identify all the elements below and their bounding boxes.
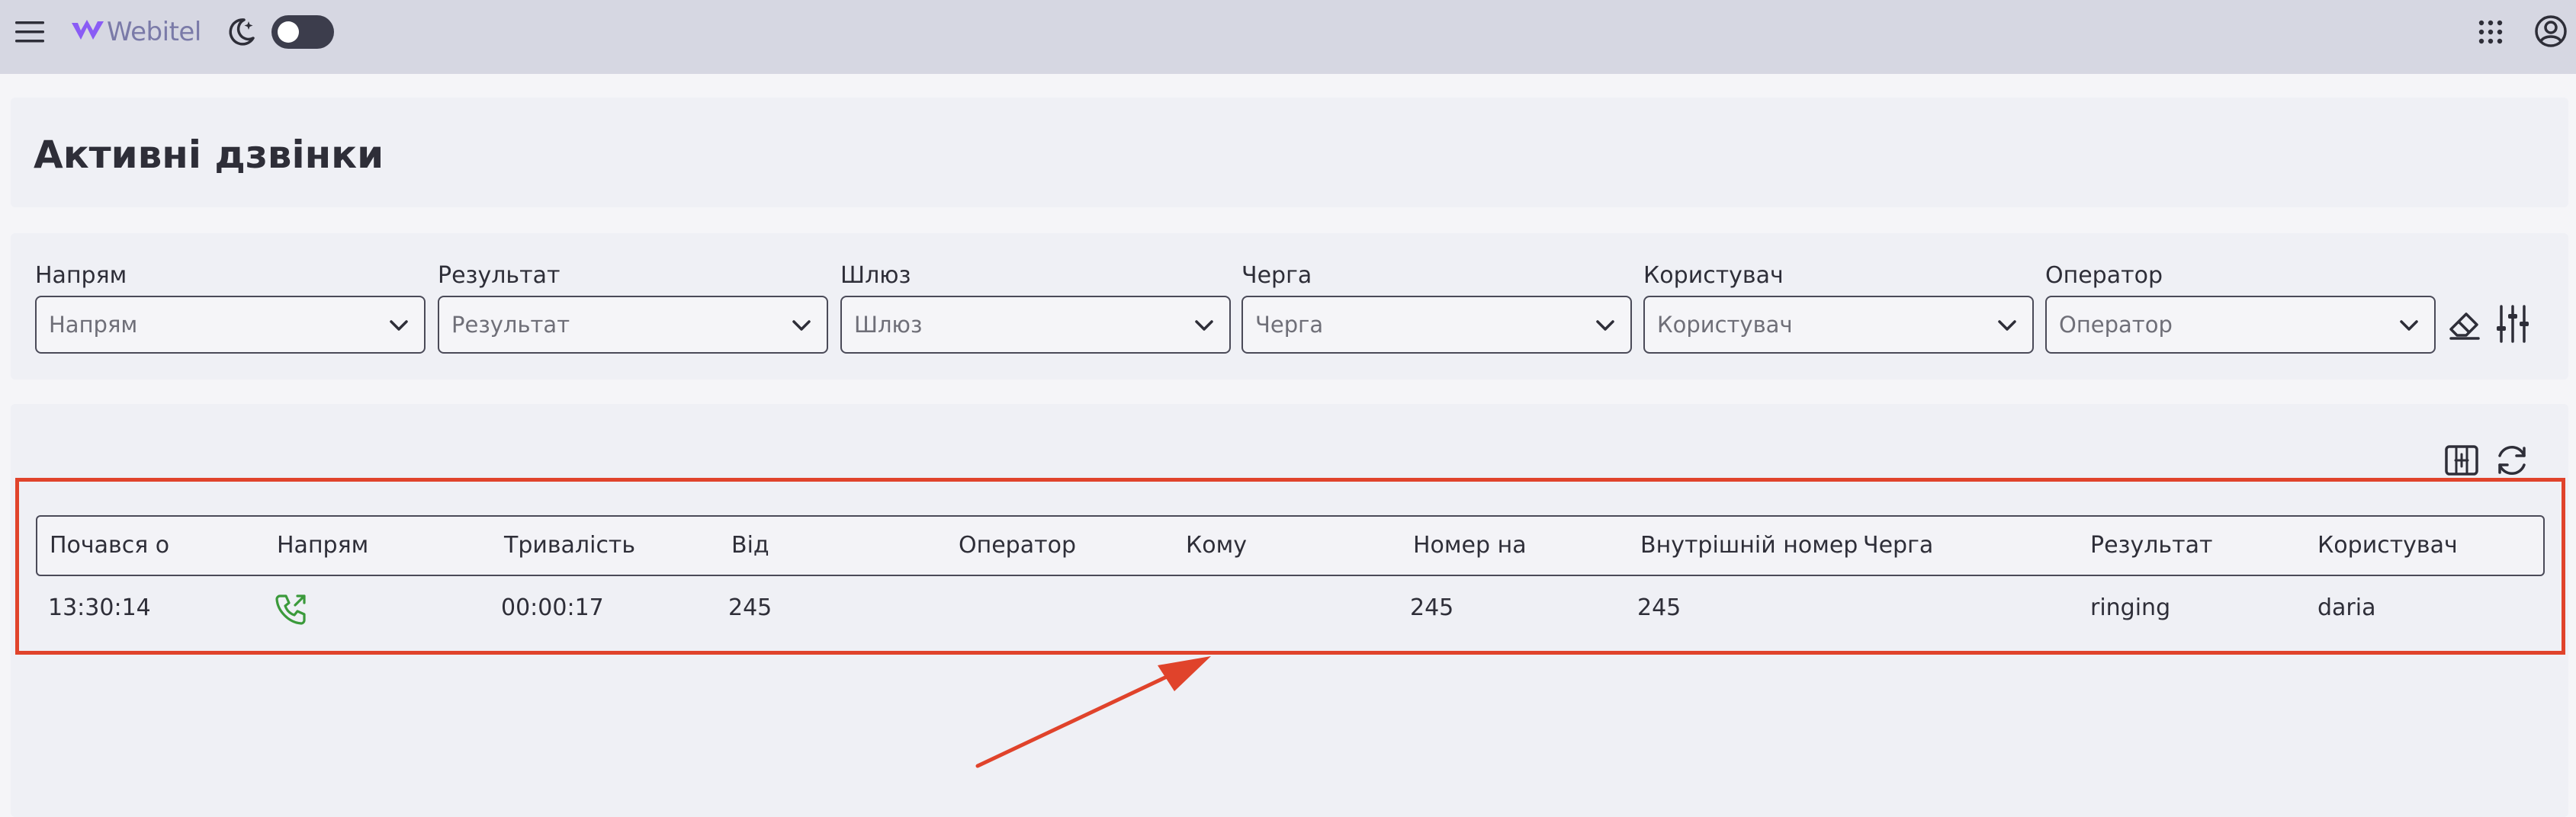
- select-placeholder: Результат: [451, 312, 570, 338]
- theme-toggle[interactable]: [271, 15, 334, 49]
- filter-user: Користувач Користувач: [1643, 261, 2034, 354]
- user-select[interactable]: Користувач: [1643, 296, 2034, 354]
- filter-operator: Оператор Оператор: [2045, 261, 2436, 354]
- webitel-logo-mark: [72, 20, 104, 40]
- filter-queue: Черга Черга: [1241, 261, 1632, 354]
- webitel-logo[interactable]: Webitel: [70, 14, 201, 50]
- column-header-queue[interactable]: Черга: [1863, 517, 1933, 575]
- chevron-down-icon: [2400, 320, 2418, 331]
- filter-label: Шлюз: [840, 262, 911, 289]
- cell-duration: 00:00:17: [501, 594, 604, 621]
- outbound-call-icon: [275, 594, 306, 625]
- refresh-icon[interactable]: [2492, 441, 2532, 480]
- cell-from: 245: [728, 594, 772, 621]
- filter-label: Черга: [1241, 262, 1312, 289]
- result-select[interactable]: Результат: [438, 296, 828, 354]
- account-icon[interactable]: [2533, 14, 2568, 49]
- filter-result: Результат Результат: [438, 261, 828, 354]
- page-title: Активні дзвінки: [34, 133, 384, 177]
- column-header-operator[interactable]: Оператор: [959, 517, 1076, 575]
- table-row[interactable]: 13:30:14 00:00:17 245 245 245 ringing da…: [36, 579, 2545, 640]
- cell-number-on: 245: [1410, 594, 1454, 621]
- column-header-user[interactable]: Користувач: [2317, 517, 2458, 575]
- table-header-row: Почався о Напрям Тривалість Від Оператор…: [36, 515, 2545, 576]
- toggle-knob: [278, 21, 299, 43]
- direction-select[interactable]: Напрям: [35, 296, 426, 354]
- column-header-from[interactable]: Від: [731, 517, 769, 575]
- cell-user: daria: [2317, 594, 2376, 621]
- column-header-extension[interactable]: Внутрішній номер: [1640, 517, 1858, 575]
- filter-label: Результат: [438, 262, 560, 289]
- chevron-down-icon: [390, 320, 408, 331]
- operator-select[interactable]: Оператор: [2045, 296, 2436, 354]
- cell-result: ringing: [2090, 594, 2171, 621]
- page-title-panel: Активні дзвінки: [11, 98, 2568, 207]
- select-placeholder: Черга: [1255, 312, 1324, 338]
- hamburger-icon[interactable]: [14, 17, 46, 47]
- filter-direction: Напрям Напрям: [35, 261, 426, 354]
- filter-label: Користувач: [1643, 262, 1784, 289]
- logo-text: Webitel: [107, 17, 201, 47]
- moon-icon[interactable]: [224, 15, 258, 49]
- chevron-down-icon: [1596, 320, 1614, 331]
- select-placeholder: Користувач: [1657, 312, 1793, 338]
- chevron-down-icon: [792, 320, 811, 331]
- column-header-result[interactable]: Результат: [2090, 517, 2212, 575]
- select-placeholder: Оператор: [2059, 312, 2173, 338]
- select-placeholder: Напрям: [49, 312, 138, 338]
- filters-panel: Напрям Напрям Результат Результат Шлюз Ш…: [11, 233, 2568, 380]
- column-header-number-on[interactable]: Номер на: [1413, 517, 1527, 575]
- cell-started-at: 13:30:14: [48, 594, 151, 621]
- column-header-direction[interactable]: Напрям: [277, 517, 368, 575]
- gateway-select[interactable]: Шлюз: [840, 296, 1231, 354]
- chevron-down-icon: [1998, 320, 2016, 331]
- filter-gateway: Шлюз Шлюз: [840, 261, 1231, 354]
- sliders-icon[interactable]: [2494, 303, 2532, 344]
- select-placeholder: Шлюз: [854, 312, 923, 338]
- filter-label: Оператор: [2045, 262, 2163, 289]
- column-header-to[interactable]: Кому: [1186, 517, 1247, 575]
- filter-label: Напрям: [35, 262, 127, 289]
- apps-grid-icon[interactable]: [2477, 18, 2504, 46]
- column-header-duration[interactable]: Тривалість: [504, 517, 635, 575]
- cell-extension: 245: [1637, 594, 1681, 621]
- top-header: Webitel: [0, 0, 2576, 74]
- queue-select[interactable]: Черга: [1241, 296, 1632, 354]
- chevron-down-icon: [1195, 320, 1213, 331]
- column-header-started-at[interactable]: Почався о: [50, 517, 169, 575]
- columns-icon[interactable]: [2443, 442, 2480, 479]
- eraser-icon[interactable]: [2446, 306, 2483, 343]
